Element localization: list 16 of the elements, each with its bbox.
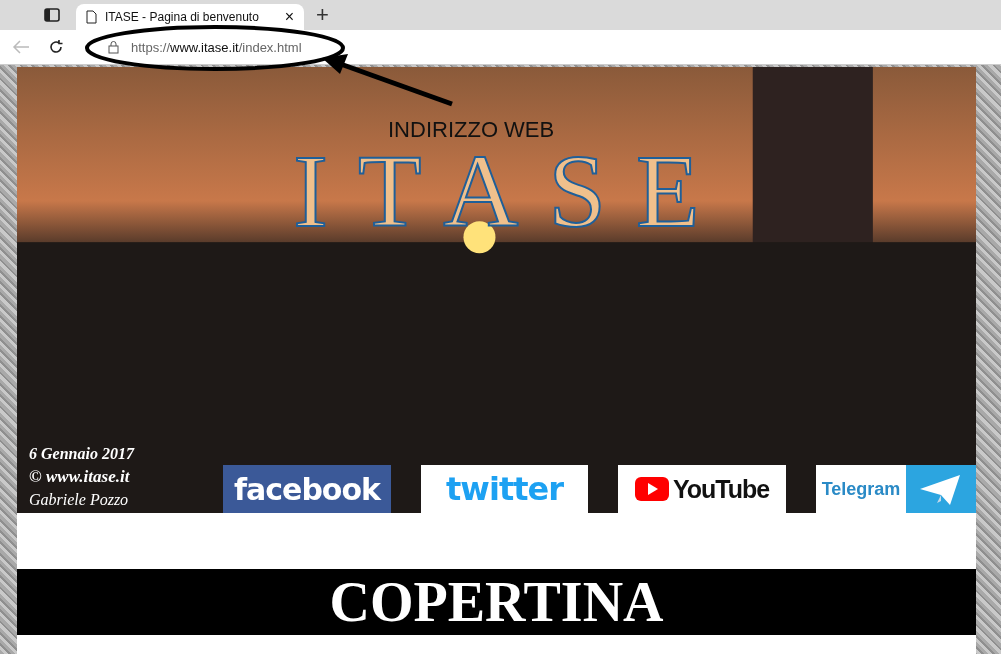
section-heading: COPERTINA [17, 569, 976, 635]
youtube-link[interactable]: YouTube [618, 465, 786, 513]
telegram-link[interactable]: Telegram [816, 465, 976, 513]
new-tab-button[interactable]: + [316, 2, 329, 28]
lock-icon [108, 40, 119, 54]
close-tab-button[interactable]: × [284, 8, 294, 26]
facebook-link[interactable]: facebook [223, 465, 391, 513]
copyright-text: © www.itase.it [29, 467, 131, 487]
page-icon [86, 10, 97, 24]
reload-icon[interactable] [48, 39, 64, 55]
author-signature: Gabriele Pozzo [29, 491, 130, 509]
photo-date: 6 Gennaio 2017 [29, 445, 136, 463]
browser-tab[interactable]: ITASE - Pagina di benvenuto × [76, 4, 304, 30]
address-bar[interactable]: https://www.itase.it/index.html [131, 39, 302, 55]
sidebar-toggle-icon[interactable] [44, 8, 60, 22]
play-icon [634, 477, 669, 501]
